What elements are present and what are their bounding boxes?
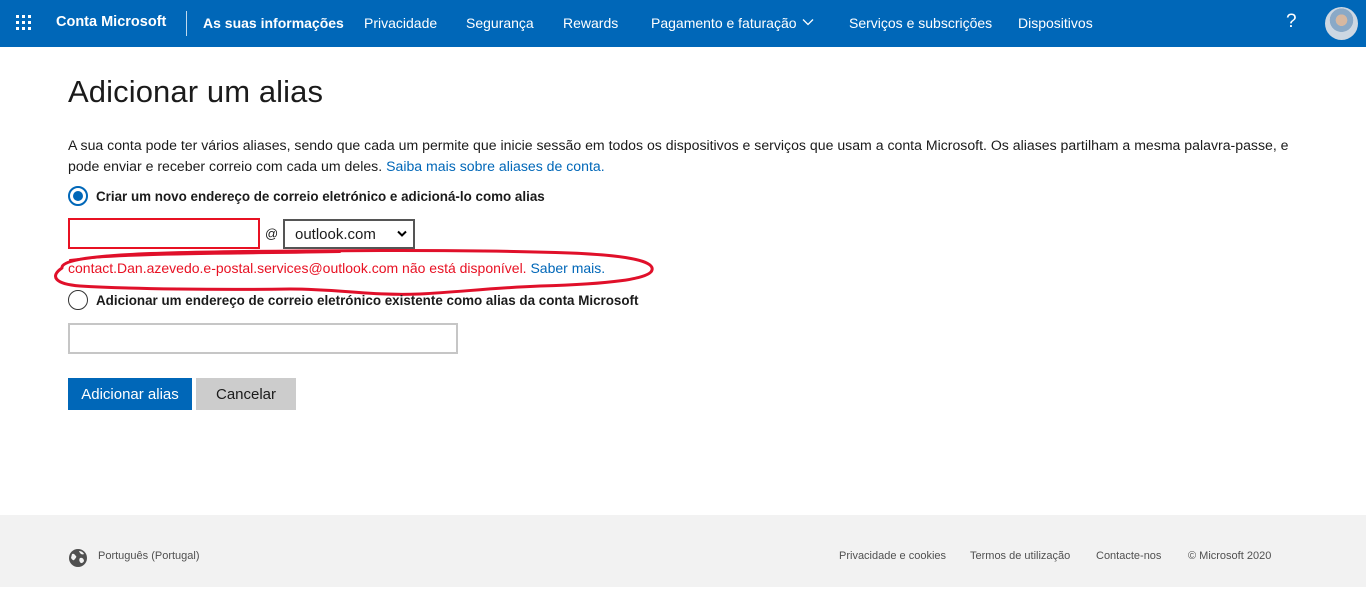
radio-existing-email-label[interactable]: Adicionar um endereço de correio eletrón… [96, 293, 638, 308]
chevron-down-icon [397, 230, 407, 237]
footer-contact-link[interactable]: Contacte-nos [1096, 550, 1161, 562]
cancel-button[interactable]: Cancelar [196, 378, 296, 410]
chevron-down-icon[interactable] [802, 16, 814, 28]
app-launcher-icon[interactable] [16, 15, 32, 31]
top-nav-bar: Conta Microsoft As suas informações Priv… [0, 0, 1366, 47]
avatar[interactable] [1325, 7, 1358, 40]
add-alias-button[interactable]: Adicionar alias [68, 378, 192, 410]
domain-select[interactable]: outlook.com [283, 219, 415, 249]
option-new-email-row[interactable]: Criar um novo endereço de correio eletró… [68, 186, 545, 206]
option-existing-email-row[interactable]: Adicionar um endereço de correio eletrón… [68, 290, 638, 310]
nav-rewards[interactable]: Rewards [563, 15, 618, 31]
radio-new-email-label[interactable]: Criar um novo endereço de correio eletró… [96, 189, 545, 204]
footer-terms-link[interactable]: Termos de utilização [970, 550, 1070, 562]
page-description: A sua conta pode ter vários aliases, sen… [68, 135, 1308, 176]
nav-security[interactable]: Segurança [466, 15, 534, 31]
brand-link[interactable]: Conta Microsoft [56, 14, 166, 30]
error-message: contact.Dan.azevedo.e-postal.services@ou… [68, 260, 605, 276]
at-symbol: @ [265, 226, 279, 241]
new-alias-input[interactable] [68, 218, 260, 249]
error-learn-more-link[interactable]: Saber mais. [530, 260, 605, 276]
footer: Português (Portugal) Privacidade e cooki… [0, 515, 1366, 587]
footer-privacy-cookies-link[interactable]: Privacidade e cookies [839, 550, 946, 562]
nav-devices[interactable]: Dispositivos [1018, 15, 1093, 31]
description-text: A sua conta pode ter vários aliases, sen… [68, 137, 1289, 174]
error-text: contact.Dan.azevedo.e-postal.services@ou… [68, 260, 527, 276]
domain-select-value: outlook.com [295, 225, 376, 243]
globe-icon[interactable] [68, 548, 88, 568]
language-selector[interactable]: Português (Portugal) [98, 550, 200, 562]
radio-existing-email[interactable] [68, 290, 88, 310]
nav-your-info[interactable]: As suas informações [203, 15, 344, 31]
learn-more-aliases-link[interactable]: Saiba mais sobre aliases de conta. [386, 158, 605, 174]
existing-email-input[interactable] [68, 323, 458, 354]
brand-divider [186, 11, 187, 36]
nav-services-subscriptions[interactable]: Serviços e subscrições [849, 15, 992, 31]
help-icon[interactable]: ? [1286, 11, 1297, 33]
nav-payment-billing[interactable]: Pagamento e faturação [651, 15, 797, 31]
copyright-text: © Microsoft 2020 [1188, 550, 1272, 562]
nav-privacy[interactable]: Privacidade [364, 15, 437, 31]
page-title: Adicionar um alias [68, 74, 324, 109]
radio-new-email[interactable] [68, 186, 88, 206]
